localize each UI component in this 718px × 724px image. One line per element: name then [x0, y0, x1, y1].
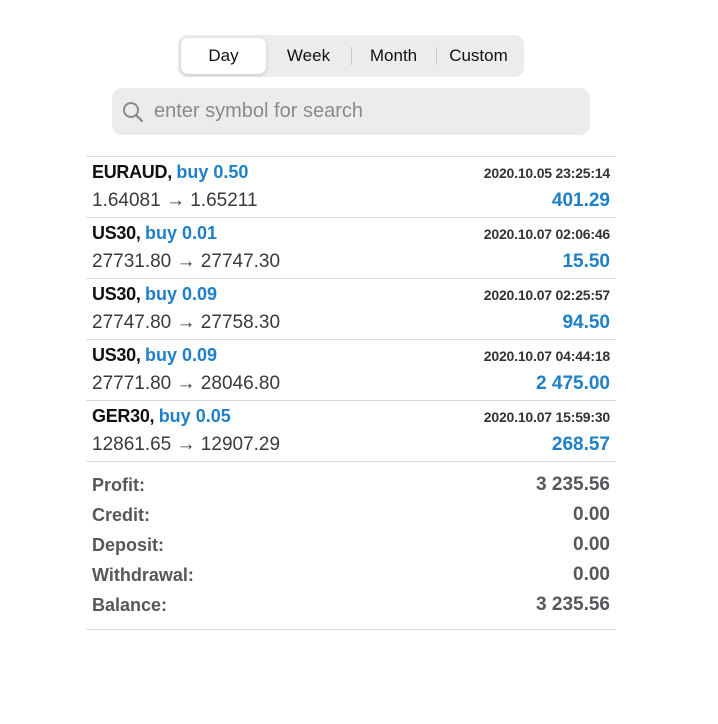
summary-value: 0.00 [573, 564, 610, 585]
summary-row-deposit: Deposit: 0.00 [86, 530, 616, 560]
deal-row[interactable]: GER30, buy 0.05 2020.10.07 15:59:30 1286… [86, 400, 616, 461]
summary-row-credit: Credit: 0.00 [86, 500, 616, 530]
tab-month[interactable]: Month [351, 38, 436, 74]
deal-symbol: US30, [92, 284, 141, 304]
deal-prices: 12861.65 → 12907.29 [92, 434, 281, 455]
search-input[interactable] [152, 99, 576, 124]
deal-time: 2020.10.05 23:25:14 [483, 165, 610, 181]
deal-prices: 1.64081 → 1.65211 [92, 190, 258, 211]
deal-profit: 401.29 [551, 190, 610, 211]
summary-label: Balance: [92, 594, 168, 615]
summary-value: 0.00 [573, 534, 610, 555]
summary-row-profit: Profit: 3 235.56 [86, 470, 616, 500]
deal-symbol: GER30, [92, 406, 155, 426]
deal-time: 2020.10.07 15:59:30 [483, 409, 610, 425]
period-segmented-control: Day Week Month Custom [178, 35, 524, 77]
deal-time: 2020.10.07 02:25:57 [483, 287, 610, 303]
summary-row-balance: Balance: 3 235.56 [86, 590, 616, 620]
deal-symbol: US30, [92, 345, 141, 365]
deal-profit: 268.57 [551, 434, 610, 455]
deal-row[interactable]: US30, buy 0.09 2020.10.07 02:25:57 27747… [86, 278, 616, 339]
deal-side-volume: buy 0.05 [158, 406, 231, 426]
deal-time: 2020.10.07 04:44:18 [483, 348, 610, 364]
summary-value: 3 235.56 [536, 474, 610, 495]
deal-profit: 94.50 [562, 312, 610, 333]
deal-symbol: EURAUD, [92, 162, 172, 182]
summary-label: Credit: [92, 504, 150, 525]
deal-profit: 15.50 [562, 251, 610, 272]
deal-prices: 27731.80 → 27747.30 [92, 251, 281, 272]
summary-label: Deposit: [92, 534, 164, 555]
deal-prices: 27747.80 → 27758.30 [92, 312, 281, 333]
deal-prices: 27771.80 → 28046.80 [92, 373, 281, 394]
deal-side-volume: buy 0.09 [144, 284, 218, 304]
deal-symbol: US30, [92, 223, 141, 243]
deal-side-volume: buy 0.50 [176, 162, 249, 182]
summary-row-withdrawal: Withdrawal: 0.00 [86, 560, 616, 590]
search-icon [123, 101, 144, 122]
deal-row[interactable]: EURAUD, buy 0.50 2020.10.05 23:25:14 1.6… [86, 156, 616, 217]
summary-label: Profit: [92, 474, 145, 495]
deal-row[interactable]: US30, buy 0.09 2020.10.07 04:44:18 27771… [86, 339, 616, 400]
deal-side-volume: buy 0.09 [144, 345, 218, 365]
tab-week[interactable]: Week [266, 38, 351, 74]
summary-label: Withdrawal: [92, 564, 194, 585]
account-summary: Profit: 3 235.56 Credit: 0.00 Deposit: 0… [86, 461, 616, 630]
deal-row[interactable]: US30, buy 0.01 2020.10.07 02:06:46 27731… [86, 217, 616, 278]
deal-time: 2020.10.07 02:06:46 [483, 226, 610, 242]
deal-side-volume: buy 0.01 [144, 223, 218, 243]
summary-value: 3 235.56 [536, 594, 610, 615]
tab-custom[interactable]: Custom [436, 38, 521, 74]
deals-list: EURAUD, buy 0.50 2020.10.05 23:25:14 1.6… [86, 156, 616, 630]
summary-value: 0.00 [573, 504, 610, 525]
search-bar[interactable] [112, 88, 590, 135]
tab-day[interactable]: Day [181, 38, 266, 74]
deal-profit: 2 475.00 [536, 373, 610, 394]
